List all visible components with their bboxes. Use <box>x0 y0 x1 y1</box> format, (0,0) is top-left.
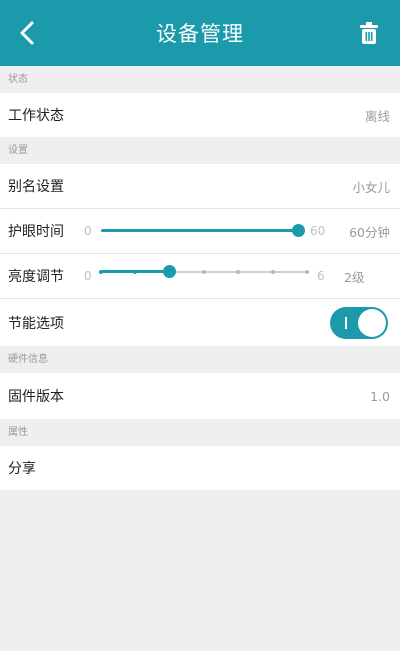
delete-button[interactable] <box>352 16 386 50</box>
brightness-max: 6 <box>317 269 325 283</box>
eye-care-min: 0 <box>84 224 92 238</box>
brightness-slider-thumb[interactable] <box>163 265 177 278</box>
eye-care-max: 60 <box>310 224 326 238</box>
eye-care-value: 60分钟 <box>349 224 390 240</box>
brightness-value: 2级 <box>344 269 365 285</box>
brightness-step-tick <box>99 270 103 274</box>
section-header-properties: 属性 <box>0 419 400 446</box>
power-saving-row: 节能选项 <box>0 299 400 346</box>
toggle-on-indicator <box>345 317 347 329</box>
work-status-value: 离线 <box>364 108 390 124</box>
eye-care-row: 护眼时间 0 60 60分钟 <box>0 209 400 253</box>
toggle-knob <box>358 309 386 337</box>
power-saving-toggle[interactable] <box>330 307 388 339</box>
firmware-label: 固件版本 <box>8 389 64 405</box>
work-status-label: 工作状态 <box>8 108 64 124</box>
alias-row[interactable]: 别名设置 小女儿 <box>0 164 400 208</box>
brightness-step-tick <box>305 270 309 274</box>
page-title: 设备管理 <box>156 22 244 46</box>
app-bar: 设备管理 <box>0 0 400 66</box>
firmware-value: 1.0 <box>370 388 390 404</box>
eye-care-label: 护眼时间 <box>8 224 64 240</box>
brightness-label: 亮度调节 <box>8 269 64 285</box>
section-header-status: 状态 <box>0 66 400 93</box>
trash-icon <box>360 22 378 44</box>
brightness-min: 0 <box>84 269 92 283</box>
share-row[interactable]: 分享 <box>0 446 400 490</box>
brightness-step-tick <box>236 270 241 274</box>
brightness-step-tick <box>270 270 275 274</box>
brightness-row: 亮度调节 0 6 2级 <box>0 254 400 298</box>
power-saving-label: 节能选项 <box>8 315 64 332</box>
alias-label: 别名设置 <box>8 179 64 195</box>
back-button[interactable] <box>8 13 48 53</box>
eye-care-slider-thumb[interactable] <box>291 224 305 237</box>
brightness-step-tick <box>133 270 138 274</box>
work-status-row: 工作状态 离线 <box>0 93 400 137</box>
share-label: 分享 <box>8 461 36 477</box>
eye-care-track-fill <box>101 229 298 232</box>
alias-value: 小女儿 <box>352 179 390 195</box>
section-header-settings: 设置 <box>0 137 400 164</box>
chevron-left-icon <box>20 21 34 45</box>
section-header-hardware: 硬件信息 <box>0 346 400 373</box>
firmware-row: 固件版本 1.0 <box>0 373 400 419</box>
brightness-step-tick <box>202 270 206 274</box>
